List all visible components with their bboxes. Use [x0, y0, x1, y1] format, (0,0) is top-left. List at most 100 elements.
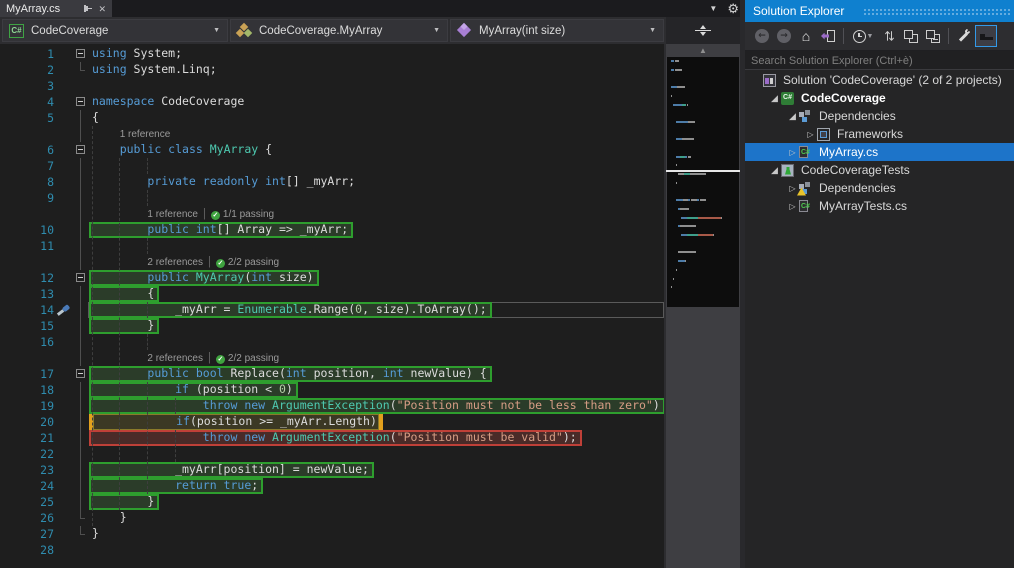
collapse-region-icon[interactable] [76, 97, 85, 106]
collapse-region-icon[interactable] [76, 145, 85, 154]
outlining-margin[interactable] [74, 366, 88, 382]
tree-item-codecoverage[interactable]: ◢ CodeCoverage [745, 89, 1014, 107]
code-line-11[interactable]: 11 [0, 238, 664, 254]
code-line-27[interactable]: 27} [0, 526, 664, 542]
refresh-button[interactable]: ⇄ [878, 25, 900, 47]
code-line-13[interactable]: 13 { [0, 286, 664, 302]
code-text[interactable] [88, 334, 664, 350]
scroll-up-icon[interactable]: ▲ [666, 46, 740, 55]
home-button[interactable]: ⌂ [795, 25, 817, 47]
split-window-button[interactable] [666, 17, 740, 44]
properties-wrench-button[interactable] [953, 25, 975, 47]
codelens-row[interactable]: 1 reference [0, 126, 664, 142]
code-line-16[interactable]: 16 [0, 334, 664, 350]
tab-list-dropdown-icon[interactable]: ▼ [709, 4, 717, 13]
code-text[interactable]: { [88, 286, 664, 302]
code-text[interactable] [88, 542, 664, 558]
expand-chevron-icon[interactable]: ▷ [786, 148, 799, 157]
codelens-row[interactable]: 2 references | ✓ 2/2 passing [0, 350, 664, 366]
code-line-6[interactable]: 6 public class MyArray { [0, 142, 664, 158]
code-text[interactable]: using System.Linq; [88, 62, 664, 78]
tree-item-myarraytests-cs[interactable]: ▷ MyArrayTests.cs [745, 197, 1014, 215]
expand-chevron-icon[interactable]: ▷ [804, 130, 817, 139]
code-line-14[interactable]: 14 _myArr = Enumerable.Range(0, size).To… [0, 302, 664, 318]
outlining-margin[interactable] [74, 46, 88, 62]
code-line-10[interactable]: 10 public int[] Array => _myArr; [0, 222, 664, 238]
pin-icon[interactable] [83, 4, 93, 14]
expand-chevron-icon[interactable]: ▷ [786, 184, 799, 193]
tree-item-dependencies[interactable]: ◢ Dependencies [745, 107, 1014, 125]
solution-explorer-search[interactable] [745, 51, 1014, 70]
code-line-3[interactable]: 3 [0, 78, 664, 94]
code-line-5[interactable]: 5{ [0, 110, 664, 126]
forward-button[interactable]: → [773, 25, 795, 47]
code-text[interactable]: if (position < 0) [88, 382, 664, 398]
code-text[interactable]: public bool Replace(int position, int ne… [88, 366, 664, 382]
minimap-source-overview[interactable] [667, 57, 739, 307]
collapse-all-button[interactable] [900, 25, 922, 47]
code-line-1[interactable]: 1 using System; [0, 46, 664, 62]
code-editor[interactable]: 1 using System; 2 using System.Linq; 3 4 names… [0, 44, 664, 568]
tree-item-codecoveragetests[interactable]: ◢ CodeCoverageTests [745, 161, 1014, 179]
code-line-19[interactable]: 19 throw new ArgumentException("Position… [0, 398, 664, 414]
code-text[interactable]: using System; [88, 46, 664, 62]
code-text[interactable] [88, 158, 664, 174]
code-text[interactable]: namespace CodeCoverage [88, 94, 664, 110]
codelens-references-link[interactable]: 2 references [147, 257, 203, 268]
code-line-20[interactable]: 20 if(position >= _myArr.Length) [0, 414, 664, 430]
sync-with-active-document-button[interactable] [817, 25, 839, 47]
collapse-chevron-icon[interactable]: ◢ [768, 165, 781, 176]
code-line-4[interactable]: 4 namespace CodeCoverage [0, 94, 664, 110]
gear-icon[interactable]: ⚙ [727, 1, 739, 17]
code-text[interactable]: _myArr[position] = newValue; [88, 462, 664, 478]
codelens-row[interactable]: 2 references | ✓ 2/2 passing [0, 254, 664, 270]
collapse-region-icon[interactable] [76, 49, 85, 58]
codelens-tests-link[interactable]: ✓ 1/1 passing [210, 209, 274, 220]
code-line-2[interactable]: 2 using System.Linq; [0, 62, 664, 78]
code-line-8[interactable]: 8 private readonly int[] _myArr; [0, 174, 664, 190]
code-line-28[interactable]: 28 [0, 542, 664, 558]
code-line-25[interactable]: 25 } [0, 494, 664, 510]
tree-item-myarray-cs[interactable]: ▷ MyArray.cs [745, 143, 1014, 161]
outlining-margin[interactable] [74, 94, 88, 110]
code-text[interactable]: } [88, 526, 664, 542]
expand-chevron-icon[interactable]: ▷ [786, 202, 799, 211]
codelens-references-link[interactable]: 1 reference [147, 209, 198, 220]
outlining-margin[interactable] [74, 142, 88, 158]
minimap-scrollbar[interactable]: ▲ [666, 44, 740, 568]
tree-item-solution-codecoverage-2-of-2-projects[interactable]: Solution 'CodeCoverage' (2 of 2 projects… [745, 71, 1014, 89]
document-tab-myarray[interactable]: MyArray.cs ✕ [0, 0, 112, 17]
preview-selected-items-button[interactable] [975, 25, 997, 47]
tree-item-frameworks[interactable]: ▷ Frameworks [745, 125, 1014, 143]
type-dropdown[interactable]: CodeCoverage.MyArray ▼ [230, 19, 448, 42]
codelens-text[interactable]: 1 reference [88, 126, 664, 142]
code-text[interactable] [88, 190, 664, 206]
codelens-text[interactable]: 1 reference | ✓ 1/1 passing [88, 206, 664, 222]
code-text[interactable]: return true; [88, 478, 664, 494]
code-text[interactable]: } [88, 318, 664, 334]
code-text[interactable]: private readonly int[] _myArr; [88, 174, 664, 190]
close-icon[interactable]: ✕ [98, 4, 106, 14]
code-text[interactable]: public MyArray(int size) [88, 270, 664, 286]
collapse-chevron-icon[interactable]: ◢ [768, 93, 781, 104]
code-text[interactable]: public class MyArray { [88, 142, 664, 158]
solution-explorer-title-bar[interactable]: Solution Explorer [745, 0, 1014, 22]
tree-item-dependencies[interactable]: ▷ Dependencies [745, 179, 1014, 197]
code-line-22[interactable]: 22 [0, 446, 664, 462]
collapse-chevron-icon[interactable]: ◢ [786, 111, 799, 122]
collapse-region-icon[interactable] [76, 273, 85, 282]
code-text[interactable]: } [88, 494, 664, 510]
quick-actions-screwdriver-icon[interactable] [54, 301, 72, 319]
show-all-files-button[interactable] [922, 25, 944, 47]
code-text[interactable] [88, 78, 664, 94]
code-line-18[interactable]: 18 if (position < 0) [0, 382, 664, 398]
project-dropdown[interactable]: C# CodeCoverage ▼ [2, 19, 228, 42]
back-button[interactable]: ← [751, 25, 773, 47]
search-input[interactable] [745, 52, 1014, 70]
codelens-text[interactable]: 2 references | ✓ 2/2 passing [88, 350, 664, 366]
code-text[interactable]: if(position >= _myArr.Length) [88, 414, 664, 430]
code-line-15[interactable]: 15 } [0, 318, 664, 334]
codelens-references-link[interactable]: 1 reference [120, 129, 171, 140]
code-line-23[interactable]: 23 _myArr[position] = newValue; [0, 462, 664, 478]
code-text[interactable]: { [88, 110, 664, 126]
